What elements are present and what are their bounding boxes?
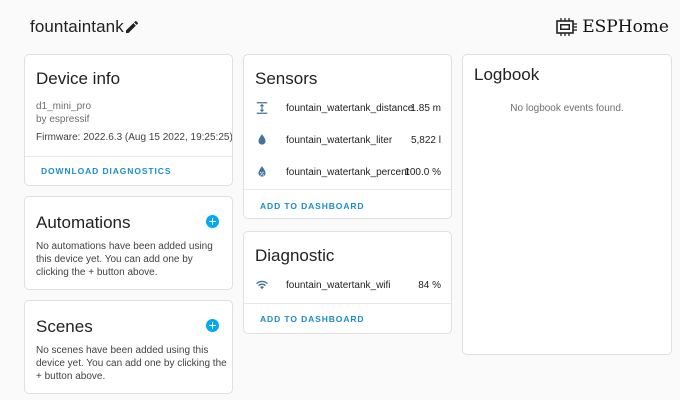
water-drop-icon: [258, 134, 266, 145]
automations-empty-text: No automations have been added using thi…: [36, 241, 213, 278]
device-firmware: Firmware: 2022.6.3 (Aug 15 2022, 19:25:2…: [36, 132, 233, 143]
diagnostic-add-to-dashboard-button[interactable]: ADD TO DASHBOARD: [260, 314, 364, 324]
pencil-icon[interactable]: [124, 19, 140, 35]
download-diagnostics-button[interactable]: DOWNLOAD DIAGNOSTICS: [41, 166, 171, 176]
device-manufacturer: by espressif: [36, 114, 90, 125]
add-automation-button[interactable]: [206, 215, 219, 228]
device-model: d1_mini_pro: [36, 101, 92, 112]
device-info-title: Device info: [36, 69, 121, 88]
divider: [244, 189, 451, 190]
diagnostic-value: 84 %: [418, 280, 441, 291]
divider: [25, 156, 232, 157]
esphome-logo-icon: [556, 18, 578, 36]
water-percent-icon: [258, 166, 266, 177]
logbook-title: Logbook: [474, 65, 540, 84]
logbook-empty-text: No logbook events found.: [510, 103, 624, 114]
sensor-name: fountain_watertank_liter: [286, 135, 393, 146]
sensors-title: Sensors: [255, 69, 318, 88]
sensor-value: 1.85 m: [410, 103, 441, 114]
logbook-card: Logbook No logbook events found.: [462, 54, 672, 355]
scenes-title: Scenes: [36, 317, 93, 336]
scenes-card: Scenes No scenes have been added using t…: [24, 300, 233, 394]
brand-name: ESPHome: [582, 17, 669, 37]
device-name: fountaintank: [30, 17, 124, 36]
scenes-empty-text: No scenes have been added using this dev…: [36, 345, 227, 382]
diagnostic-name: fountain_watertank_wifi: [286, 280, 391, 291]
add-scene-button[interactable]: [206, 319, 219, 332]
sensor-row-distance[interactable]: fountain_watertank_distance 1.85 m: [244, 93, 451, 123]
sensors-card: Sensors fountain_watertank_distance 1.85…: [243, 54, 452, 219]
sensor-name: fountain_watertank_distance: [286, 103, 414, 114]
brand-logo: ESPHome: [556, 15, 669, 39]
device-info-card: Device info d1_mini_pro by espressif Fir…: [24, 54, 233, 186]
automations-title: Automations: [36, 213, 131, 232]
sensor-row-liter[interactable]: fountain_watertank_liter 5,822 l: [244, 125, 451, 155]
wifi-icon: [256, 280, 268, 290]
sensor-value: 5,822 l: [410, 135, 441, 146]
sensor-row-percent[interactable]: fountain_watertank_percent 100.0 %: [244, 157, 451, 187]
diagnostic-title: Diagnostic: [255, 246, 335, 265]
diagnostic-row-wifi[interactable]: fountain_watertank_wifi 84 %: [244, 270, 451, 300]
arrow-expand-vertical-icon: [256, 102, 268, 114]
automations-card: Automations No automations have been add…: [24, 196, 233, 290]
page-header: fountaintank ESPHome: [0, 0, 680, 54]
sensor-value: 100.0 %: [404, 167, 441, 178]
divider: [244, 303, 451, 304]
sensors-add-to-dashboard-button[interactable]: ADD TO DASHBOARD: [260, 201, 364, 211]
sensor-name: fountain_watertank_percent: [286, 167, 410, 178]
diagnostic-card: Diagnostic fountain_watertank_wifi 84 % …: [243, 231, 452, 334]
